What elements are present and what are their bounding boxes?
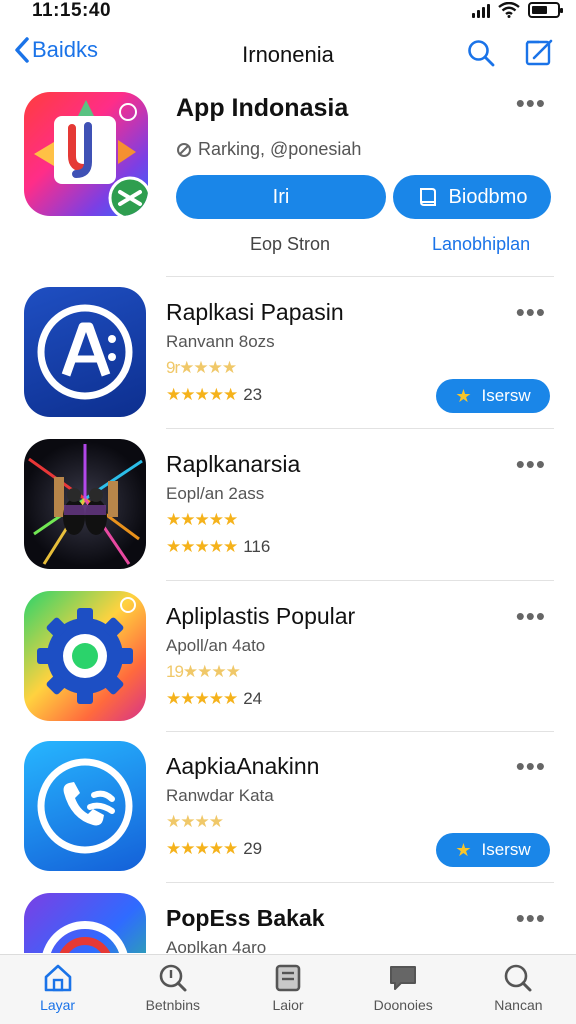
app-icon — [24, 893, 146, 953]
star-icon: ★ — [455, 839, 472, 860]
rating-count: 116 — [243, 537, 271, 556]
rating-count: 23 — [243, 385, 263, 404]
app-icon — [24, 591, 146, 721]
tab-betnbins[interactable]: Betnbins — [115, 955, 230, 1024]
search-icon — [159, 964, 187, 992]
featured-link-right[interactable]: Lanobhiplan — [432, 234, 530, 255]
search-icon — [505, 964, 532, 992]
chat-icon — [390, 966, 417, 990]
app-subtitle: Ranvann 8ozs — [166, 332, 275, 351]
star-icon: ★ — [455, 385, 472, 406]
app-icon — [24, 439, 146, 569]
rating-count: 29 — [243, 839, 263, 858]
tab-doonoies[interactable]: Doonoies — [346, 955, 461, 1024]
app-rating: ★★★★★ 116 — [166, 537, 270, 557]
app-icon — [24, 741, 146, 871]
more-options-button[interactable]: ••• — [516, 299, 546, 325]
tab-bar: Layar Betnbins Laior Doonoies Nancan — [0, 954, 576, 1024]
featured-app: App Indonasia Rarking, @ponesiah ••• Iri… — [0, 86, 576, 276]
rating-stars: ★★★★★ — [166, 385, 238, 404]
divider — [166, 428, 554, 429]
more-options-button[interactable]: ••• — [516, 905, 546, 931]
tab-label: Doonoies — [373, 997, 433, 1013]
app-subtitle: Eopl/an 2ass — [166, 484, 265, 503]
book-icon — [419, 188, 436, 206]
tab-label: Layar — [40, 997, 76, 1013]
tab-layar[interactable]: Layar — [0, 955, 115, 1024]
more-options-button[interactable]: ••• — [516, 451, 546, 477]
review-button[interactable]: ★ Isersw — [436, 379, 550, 413]
link-icon — [177, 142, 191, 157]
tab-label: Nancan — [494, 997, 543, 1013]
compose-button[interactable] — [522, 36, 556, 70]
search-icon — [468, 40, 495, 67]
compose-icon — [525, 39, 553, 66]
app-subtitle: Apoll/an 4ato — [166, 636, 266, 655]
bookmark-label: Biodbmo — [448, 185, 528, 208]
app-name: Raplkasi Papasin — [166, 299, 344, 325]
app-name: AapkiaAnakinn — [166, 753, 320, 779]
featured-app-name: App Indonasia — [176, 94, 349, 122]
divider — [166, 580, 554, 581]
status-icons — [472, 2, 563, 18]
tab-label: Betnbins — [145, 997, 201, 1013]
stack-icon — [275, 964, 301, 992]
app-rating: ★★★★★ 23 — [166, 385, 262, 405]
battery-icon — [528, 2, 563, 18]
list-item[interactable]: PopEss Bakak Aoplkan 4aro ••• — [0, 893, 576, 953]
rating-stars: ★★★★★ — [166, 537, 238, 556]
tab-label: Laior — [272, 997, 304, 1013]
app-rating: ★★★★★ 29 — [166, 839, 262, 859]
divider — [166, 882, 554, 883]
rating-stars: ★★★★★ — [166, 839, 238, 858]
nav-bar: Baidks Irnonenia — [0, 30, 576, 76]
tab-nancan[interactable]: Nancan — [461, 955, 576, 1024]
app-name: Raplkanarsia — [166, 451, 301, 477]
app-subtitle: Aoplkan 4aro — [166, 938, 267, 953]
list-item[interactable]: AapkiaAnakinn Ranwdar Kata ★★★★ ★★★★★ 29… — [0, 741, 576, 891]
status-time: 11:15:40 — [32, 0, 112, 21]
featured-app-subtitle: Rarking, @ponesiah — [198, 139, 362, 159]
wifi-icon — [498, 2, 520, 18]
app-meta: ★★★★★ — [166, 510, 238, 529]
featured-link-left: Eop Stron — [250, 234, 331, 254]
more-options-button[interactable]: ••• — [516, 90, 546, 116]
app-name: Apliplastis Popular — [166, 603, 356, 629]
list-item[interactable]: Apliplastis Popular Apoll/an 4ato 19★★★★… — [0, 591, 576, 741]
rating-count: 24 — [243, 689, 263, 708]
app-subtitle: Ranwdar Kata — [166, 786, 274, 805]
tab-laior[interactable]: Laior — [230, 955, 345, 1024]
review-button[interactable]: ★ Isersw — [436, 833, 550, 867]
divider — [166, 731, 554, 732]
more-options-button[interactable]: ••• — [516, 753, 546, 779]
review-label: Isersw — [481, 840, 531, 859]
app-meta: ★★★★ — [166, 812, 224, 831]
app-rating: ★★★★★ 24 — [166, 689, 262, 709]
divider — [166, 276, 554, 277]
list-item[interactable]: Raplkasi Papasin Ranvann 8ozs 9r★★★★ ★★★… — [0, 287, 576, 437]
signal-icon — [472, 2, 490, 18]
more-options-button[interactable]: ••• — [516, 603, 546, 629]
bookmark-button[interactable]: Biodbmo — [393, 175, 551, 219]
app-icon — [24, 287, 146, 417]
app-meta: 9r★★★★ — [166, 358, 237, 377]
featured-app-icon[interactable] — [24, 92, 148, 216]
featured-app-subtitle-row: Rarking, @ponesiah — [176, 139, 361, 160]
rating-stars: ★★★★★ — [166, 689, 238, 708]
status-bar: 11:15:40 — [0, 0, 576, 26]
list-item[interactable]: Raplkanarsia Eopl/an 2ass ★★★★★ ★★★★★ 11… — [0, 439, 576, 589]
home-icon — [44, 964, 71, 992]
app-name: PopEss Bakak — [166, 905, 325, 931]
get-button[interactable]: Iri — [176, 175, 386, 219]
search-button[interactable] — [464, 36, 498, 70]
review-label: Isersw — [481, 386, 531, 405]
app-meta: 19★★★★ — [166, 662, 241, 681]
